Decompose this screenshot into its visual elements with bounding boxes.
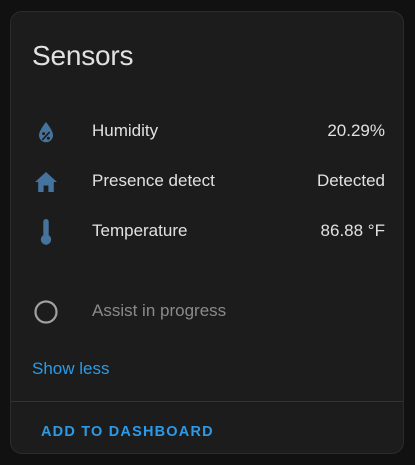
sensors-card: Sensors Humidity 20.29% Presence detect … [10, 11, 404, 454]
show-less-link[interactable]: Show less [32, 359, 109, 379]
card-actions-divider [11, 401, 403, 402]
water-percent-icon [33, 119, 59, 145]
entity-name-presence-detect: Presence detect [92, 171, 215, 190]
entity-name-humidity: Humidity [92, 121, 159, 140]
card-title: Sensors [32, 40, 134, 71]
entity-value-presence-detect: Detected [316, 171, 385, 190]
entity-row-temperature[interactable]: Temperature 86.88 °F [11, 211, 403, 251]
entity-value-humidity: 20.29% [327, 121, 385, 140]
entity-row-assist-in-progress[interactable]: Assist in progress [11, 291, 403, 331]
circle-outline-icon [33, 299, 59, 325]
entity-value-temperature: 86.88 °F [320, 221, 385, 240]
add-to-dashboard-button[interactable]: ADD TO DASHBOARD [41, 422, 214, 442]
thermometer-icon [33, 219, 59, 245]
entity-row-humidity[interactable]: Humidity 20.29% [11, 111, 403, 151]
entity-name-temperature: Temperature [92, 221, 188, 240]
home-icon [33, 169, 59, 195]
entity-row-presence-detect[interactable]: Presence detect Detected [11, 161, 403, 201]
entity-name-assist-in-progress: Assist in progress [92, 301, 227, 320]
